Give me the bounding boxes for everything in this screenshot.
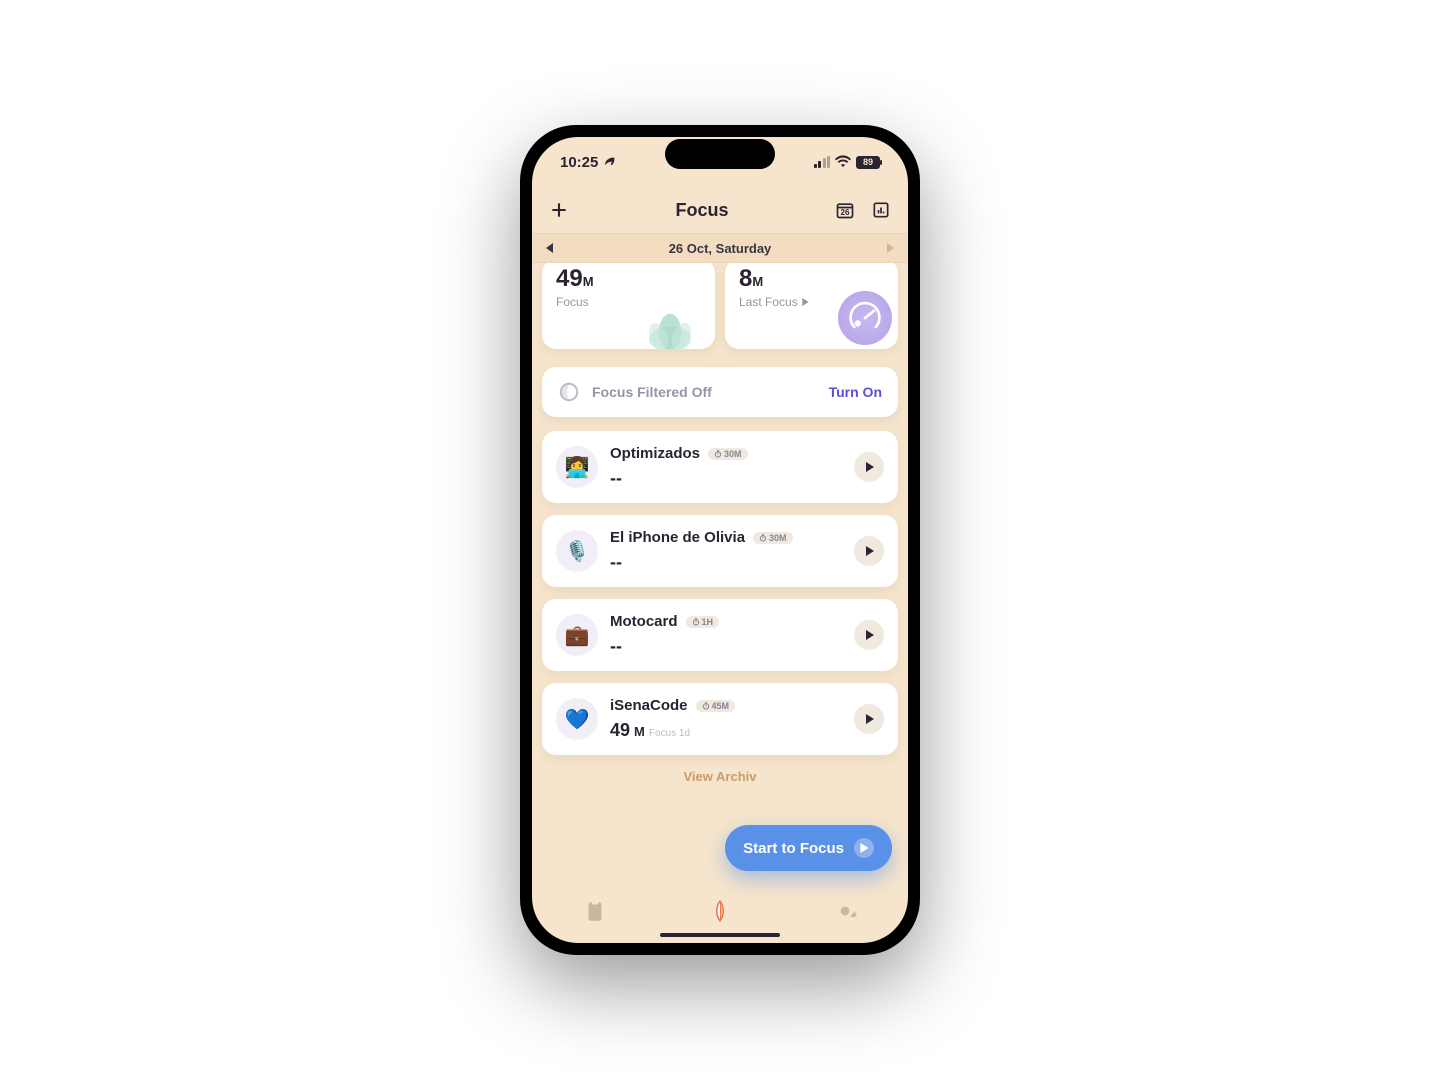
focus-item[interactable]: 🎙️ El iPhone de Olivia 30M -- [542, 515, 898, 587]
moon-icon [558, 381, 580, 403]
nav-focus[interactable] [707, 898, 733, 924]
duration-pill: 30M [708, 448, 748, 460]
focus-item-avatar: 💼 [556, 614, 598, 656]
turn-on-button[interactable]: Turn On [829, 384, 882, 400]
lotus-icon [635, 295, 705, 349]
focus-item-value: -- [610, 468, 854, 489]
nav-clipboard[interactable] [582, 898, 608, 924]
focus-filter-card: Focus Filtered Off Turn On [542, 367, 898, 417]
focus-stat-card[interactable]: 49M Focus [542, 263, 715, 349]
start-focus-label: Start to Focus [743, 840, 844, 857]
add-button[interactable] [548, 199, 570, 221]
focus-item-sub: Focus 1d [649, 728, 690, 739]
focus-item-value: -- [610, 552, 854, 573]
start-focus-button[interactable]: Start to Focus [725, 825, 892, 871]
duration-pill: 30M [753, 532, 793, 544]
play-button[interactable] [854, 452, 884, 482]
focus-item[interactable]: 👩‍💻 Optimizados 30M -- [542, 431, 898, 503]
page-title: Focus [675, 200, 728, 221]
app-header: Focus 26 [532, 187, 908, 233]
play-button[interactable] [854, 620, 884, 650]
play-button[interactable] [854, 704, 884, 734]
date-navigator: 26 Oct, Saturday [532, 233, 908, 263]
play-button[interactable] [854, 536, 884, 566]
focus-item-title: El iPhone de Olivia [610, 529, 745, 546]
gauge-icon [838, 291, 892, 345]
focus-item-title: Optimizados [610, 445, 700, 462]
focus-item-avatar: 🎙️ [556, 530, 598, 572]
focus-item-value: -- [610, 636, 854, 657]
last-focus-stat-card[interactable]: 8M Last Focus [725, 263, 898, 349]
prev-day-button[interactable] [546, 243, 553, 253]
next-day-button[interactable] [887, 243, 894, 253]
focus-item[interactable]: 💼 Motocard 1H -- [542, 599, 898, 671]
signal-icon [814, 156, 831, 168]
focus-item-title: Motocard [610, 613, 678, 630]
duration-pill: 1H [686, 616, 720, 628]
nav-settings[interactable] [832, 898, 858, 924]
calendar-button[interactable]: 26 [834, 199, 856, 221]
stats-button[interactable] [870, 199, 892, 221]
current-date: 26 Oct, Saturday [669, 241, 772, 256]
leaf-icon [602, 153, 616, 171]
view-archived-link[interactable]: View Archiv [542, 769, 898, 784]
play-icon [854, 838, 874, 858]
focus-item-value: 49M Focus 1d [610, 720, 854, 741]
focus-item[interactable]: 💙 iSenaCode 45M 49M Focus 1d [542, 683, 898, 755]
filter-status-label: Focus Filtered Off [592, 384, 712, 400]
device-notch [665, 139, 775, 169]
status-time: 10:25 [560, 154, 598, 171]
focus-item-avatar: 👩‍💻 [556, 446, 598, 488]
focus-item-avatar: 💙 [556, 698, 598, 740]
home-indicator [660, 933, 780, 937]
wifi-icon [835, 154, 851, 171]
focus-item-title: iSenaCode [610, 697, 688, 714]
battery-icon: 89 [856, 156, 880, 169]
duration-pill: 45M [696, 700, 736, 712]
